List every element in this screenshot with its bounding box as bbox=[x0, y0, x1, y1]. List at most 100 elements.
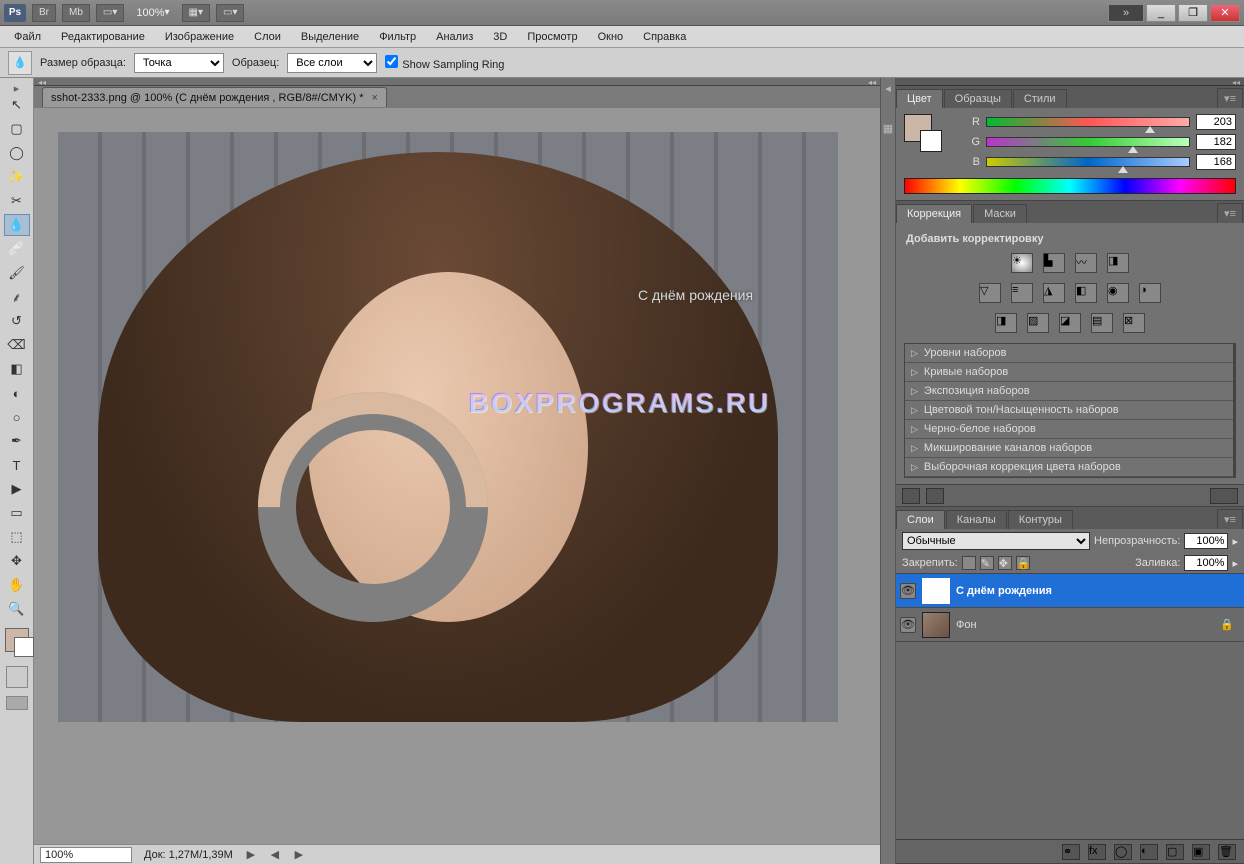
dodge-tool[interactable]: ○ bbox=[4, 406, 30, 428]
layer-thumb-bg[interactable] bbox=[922, 612, 950, 638]
canvas-collapse[interactable]: ◂◂ bbox=[38, 78, 46, 85]
vibrance-icon[interactable]: ▽ bbox=[979, 283, 1001, 303]
history-brush-tool[interactable]: ↺ bbox=[4, 310, 30, 332]
status-arrow[interactable]: ▶ bbox=[245, 848, 257, 861]
status-zoom[interactable]: 100% bbox=[40, 847, 132, 863]
channelmix-icon[interactable]: ◑ bbox=[1139, 283, 1161, 303]
type-tool[interactable]: T bbox=[4, 454, 30, 476]
preset-hue[interactable]: ▷Цветовой тон/Насыщенность наборов bbox=[905, 401, 1233, 420]
opacity-arrow[interactable]: ▸ bbox=[1232, 535, 1238, 548]
zoom-tool[interactable]: 🔍 bbox=[4, 598, 30, 620]
close-button[interactable]: ✕ bbox=[1210, 4, 1240, 22]
curves-icon[interactable]: 〰 bbox=[1075, 253, 1097, 273]
tab-channels[interactable]: Каналы bbox=[946, 510, 1007, 529]
maximize-button[interactable]: ❐ bbox=[1178, 4, 1208, 22]
stamp-tool[interactable]: ⸙ bbox=[4, 286, 30, 308]
preset-curves[interactable]: ▷Кривые наборов bbox=[905, 363, 1233, 382]
invert-icon[interactable]: ◨ bbox=[995, 313, 1017, 333]
link-layers-icon[interactable]: ⚭ bbox=[1062, 844, 1080, 860]
threshold-icon[interactable]: ◪ bbox=[1059, 313, 1081, 333]
tools-collapse[interactable]: ▸ bbox=[4, 82, 30, 92]
menu-analysis[interactable]: Анализ bbox=[428, 29, 481, 45]
menu-window[interactable]: Окно bbox=[590, 29, 632, 45]
show-ring-check[interactable]: Show Sampling Ring bbox=[385, 55, 504, 71]
b-value[interactable] bbox=[1196, 154, 1236, 170]
g-value[interactable] bbox=[1196, 134, 1236, 150]
menu-3d[interactable]: 3D bbox=[485, 29, 515, 45]
lock-all-icon[interactable]: 🔒 bbox=[1016, 556, 1030, 570]
preset-selective[interactable]: ▷Выборочная коррекция цвета наборов bbox=[905, 458, 1233, 477]
color-panel-menu[interactable]: ▾≡ bbox=[1217, 88, 1243, 108]
menu-edit[interactable]: Редактирование bbox=[53, 29, 153, 45]
show-ring-checkbox[interactable] bbox=[385, 55, 398, 68]
photofilter-icon[interactable]: ◉ bbox=[1107, 283, 1129, 303]
minimize-button[interactable]: _ bbox=[1146, 4, 1176, 22]
path-tool[interactable]: ▶ bbox=[4, 478, 30, 500]
preset-exposure[interactable]: ▷Экспозиция наборов bbox=[905, 382, 1233, 401]
menu-help[interactable]: Справка bbox=[635, 29, 694, 45]
color-swatches[interactable] bbox=[904, 114, 954, 174]
group-icon[interactable]: ▢ bbox=[1166, 844, 1184, 860]
levels-icon[interactable]: ▙ bbox=[1043, 253, 1065, 273]
adjust-foot-icon2[interactable] bbox=[926, 488, 944, 504]
heal-tool[interactable]: 🩹 bbox=[4, 238, 30, 260]
delete-layer-icon[interactable]: 🗑 bbox=[1218, 844, 1236, 860]
panel-divider[interactable]: ◂ ▦ bbox=[880, 78, 896, 864]
divider-collapse-icon[interactable]: ◂ bbox=[882, 82, 894, 94]
document-tab[interactable]: sshot-2333.png @ 100% (С днём рождения ,… bbox=[42, 87, 387, 107]
eraser-tool[interactable]: ⌫ bbox=[4, 334, 30, 356]
layer-name[interactable]: Фон bbox=[956, 619, 977, 631]
marquee-tool[interactable]: ▢ bbox=[4, 118, 30, 140]
menu-view[interactable]: Просмотр bbox=[519, 29, 585, 45]
selective-icon[interactable]: ⊠ bbox=[1123, 313, 1145, 333]
3d-tool[interactable]: ⬚ bbox=[4, 526, 30, 548]
tab-color[interactable]: Цвет bbox=[896, 89, 943, 108]
lock-move-icon[interactable]: ✥ bbox=[998, 556, 1012, 570]
posterize-icon[interactable]: ▨ bbox=[1027, 313, 1049, 333]
bridge-button[interactable]: Br bbox=[32, 4, 56, 22]
b-slider[interactable] bbox=[986, 157, 1190, 167]
tab-adjustments[interactable]: Коррекция bbox=[896, 204, 972, 223]
tab-swatches[interactable]: Образцы bbox=[944, 89, 1012, 108]
visibility-toggle[interactable]: 👁 bbox=[900, 617, 916, 633]
background-color[interactable] bbox=[920, 130, 942, 152]
arrange-button[interactable]: ▦▾ bbox=[182, 4, 210, 22]
adjust-foot-icon3[interactable] bbox=[1210, 488, 1238, 504]
fx-icon[interactable]: fx bbox=[1088, 844, 1106, 860]
sample-size-select[interactable]: Точка bbox=[134, 53, 224, 73]
status-scroll-left[interactable]: ◀ bbox=[269, 848, 281, 861]
gradmap-icon[interactable]: ▤ bbox=[1091, 313, 1113, 333]
layers-panel-menu[interactable]: ▾≡ bbox=[1217, 509, 1243, 529]
adjustment-layer-icon[interactable]: ◐ bbox=[1140, 844, 1158, 860]
wand-tool[interactable]: ✨ bbox=[4, 166, 30, 188]
tab-paths[interactable]: Контуры bbox=[1008, 510, 1073, 529]
pen-tool[interactable]: ✒ bbox=[4, 430, 30, 452]
fill-value[interactable] bbox=[1184, 555, 1228, 571]
brush-tool[interactable]: 🖌 bbox=[4, 262, 30, 284]
r-slider[interactable] bbox=[986, 117, 1190, 127]
presets-scrollbar[interactable] bbox=[1234, 343, 1236, 478]
zoom-level[interactable]: 100% ▾ bbox=[130, 4, 175, 22]
tab-styles[interactable]: Стили bbox=[1013, 89, 1067, 108]
canvas[interactable]: С днём рождения BOXPROGRAMS.RU bbox=[34, 108, 880, 844]
canvas-collapse-r[interactable]: ◂◂ bbox=[868, 78, 876, 85]
extra-button[interactable]: ▭▾ bbox=[216, 4, 244, 22]
mask-icon[interactable]: ◯ bbox=[1114, 844, 1132, 860]
eyedropper-icon[interactable]: 💧 bbox=[8, 51, 32, 75]
layer-background[interactable]: 👁 Фон 🔒 bbox=[896, 608, 1244, 642]
crop-tool[interactable]: ✂ bbox=[4, 190, 30, 212]
menu-select[interactable]: Выделение bbox=[293, 29, 367, 45]
layer-text[interactable]: 👁 T С днём рождения bbox=[896, 574, 1244, 608]
expand-panels-button[interactable]: » bbox=[1108, 4, 1144, 22]
camera-tool[interactable]: ✥ bbox=[4, 550, 30, 572]
exposure-icon[interactable]: ◨ bbox=[1107, 253, 1129, 273]
tab-layers[interactable]: Слои bbox=[896, 510, 945, 529]
minibridge-button[interactable]: Mb bbox=[62, 4, 90, 22]
adjust-panel-menu[interactable]: ▾≡ bbox=[1217, 203, 1243, 223]
fill-arrow[interactable]: ▸ bbox=[1232, 557, 1238, 570]
quickmask-toggle[interactable] bbox=[6, 666, 28, 688]
menu-image[interactable]: Изображение bbox=[157, 29, 242, 45]
gradient-tool[interactable]: ◧ bbox=[4, 358, 30, 380]
hue-icon[interactable]: ≡ bbox=[1011, 283, 1033, 303]
new-layer-icon[interactable]: ▣ bbox=[1192, 844, 1210, 860]
